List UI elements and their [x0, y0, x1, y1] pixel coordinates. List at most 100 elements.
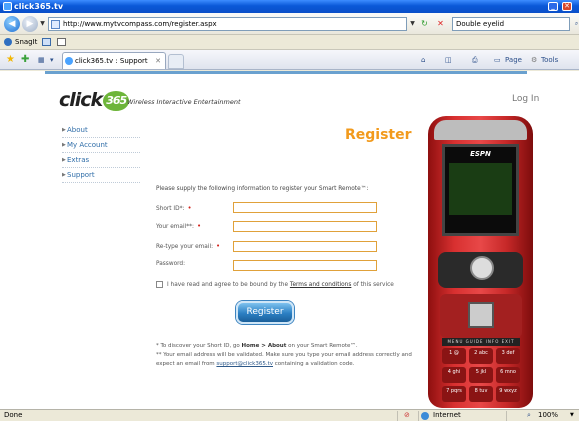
- search-icon[interactable]: ⌕: [572, 18, 579, 30]
- confirm-email-input[interactable]: [233, 241, 377, 252]
- dpad-center: [468, 302, 494, 328]
- arrow-icon: ▶: [62, 172, 66, 178]
- header-bar: [45, 71, 527, 74]
- favorites-star-icon[interactable]: ★: [6, 55, 15, 65]
- security-icon: ⊘: [404, 411, 410, 419]
- menu-item-support[interactable]: ▶ Support: [62, 168, 140, 183]
- status-bar: Done ⊘ Internet ⌕ 100% ▼: [0, 409, 579, 421]
- remote-screen: ESPN: [442, 144, 519, 236]
- stop-icon[interactable]: ✕: [436, 18, 445, 30]
- menu-item-extras[interactable]: ▶ Extras: [62, 153, 140, 168]
- arrow-icon: ▶: [62, 157, 66, 163]
- terms-link[interactable]: Terms and conditions: [290, 282, 351, 288]
- confirm-email-label: Re-type your email: •: [156, 242, 221, 250]
- print-icon[interactable]: ⎙: [472, 55, 478, 65]
- page-icon: [51, 20, 60, 29]
- screen-image: [449, 163, 512, 215]
- email-note: ** Your email address will be validated.…: [156, 352, 412, 358]
- snagit-toolbar: SnagIt: [0, 35, 579, 50]
- remote-function-row: MENU GUIDE INFO EXIT: [442, 338, 520, 346]
- status-divider: [506, 411, 507, 421]
- remote-key: 5 jkl: [469, 367, 493, 383]
- remote-dpad: [440, 294, 522, 338]
- page-title: Register: [345, 127, 412, 143]
- short-id-input[interactable]: [233, 202, 377, 213]
- validation-note: expect an email from support@click365.tv…: [156, 361, 355, 367]
- snagit-icon: [4, 38, 12, 46]
- address-toolbar: ◀ ▶ ▼ http://www.mytvcompass.com/registe…: [0, 13, 579, 35]
- scroll-ring: [470, 256, 494, 280]
- page-menu-icon[interactable]: ▭: [494, 55, 501, 65]
- required-marker: •: [216, 242, 221, 250]
- title-bar: click365.tv _ ✕: [0, 0, 579, 13]
- espn-logo: ESPN: [470, 150, 491, 158]
- support-email-link[interactable]: support@click365.tv: [216, 361, 273, 367]
- site-logo[interactable]: click 365: [59, 89, 130, 111]
- arrow-icon: ▶: [62, 142, 66, 148]
- new-tab-button[interactable]: [168, 54, 184, 69]
- remote-key: 9 wxyz: [496, 386, 520, 402]
- minimize-button[interactable]: _: [548, 2, 558, 11]
- feeds-icon[interactable]: ◫: [445, 55, 452, 65]
- status-divider: [397, 411, 398, 421]
- short-id-note: * To discover your Short ID, go Home > A…: [156, 343, 358, 349]
- search-input[interactable]: Double eyelid: [452, 17, 570, 31]
- arrow-icon: ▶: [62, 127, 66, 133]
- tools-gear-icon[interactable]: ⚙: [531, 55, 537, 65]
- refresh-icon[interactable]: ↻: [420, 18, 429, 30]
- remote-key: 8 tuv: [469, 386, 493, 402]
- address-dropdown-icon[interactable]: ▼: [408, 18, 417, 30]
- remote-key: 2 abc: [469, 348, 493, 364]
- password-label: Password:: [156, 261, 186, 267]
- status-text: Done: [4, 411, 23, 419]
- capture-icon[interactable]: [42, 38, 51, 46]
- terms-checkbox[interactable]: [156, 281, 163, 288]
- required-marker: •: [187, 204, 192, 212]
- ie-icon: [3, 2, 12, 11]
- email-input[interactable]: [233, 221, 377, 232]
- back-button[interactable]: ◀: [4, 16, 20, 32]
- remote-keypad: 1 @ 2 abc 3 def 4 ghi 5 jkl 6 mno 7 pqrs…: [442, 348, 520, 402]
- close-button[interactable]: ✕: [562, 2, 572, 11]
- quick-tabs-icon[interactable]: ▦: [38, 55, 45, 65]
- zone-label: Internet: [433, 411, 461, 419]
- menu-item-my-account[interactable]: ▶ My Account: [62, 138, 140, 153]
- tab-page-icon: [65, 57, 73, 65]
- zoom-icon[interactable]: ⌕: [527, 410, 531, 421]
- tab-bar: ★ ✚ ▦ ▾ click365.tv : Support ✕ ⌂ ◫ ⎙ ▭ …: [0, 50, 579, 70]
- tab-active[interactable]: click365.tv : Support ✕: [62, 52, 166, 69]
- remote-key: 1 @: [442, 348, 466, 364]
- close-tab-icon[interactable]: ✕: [155, 53, 161, 69]
- home-icon[interactable]: ⌂: [421, 55, 425, 65]
- form-intro: Please supply the following information …: [156, 186, 369, 192]
- tab-list-dropdown-icon[interactable]: ▾: [50, 55, 54, 65]
- login-link[interactable]: Log In: [512, 94, 539, 104]
- forward-button[interactable]: ▶: [22, 16, 38, 32]
- page-menu-button[interactable]: Page: [505, 55, 522, 65]
- zoom-dropdown-icon[interactable]: ▼: [570, 410, 574, 421]
- remote-key: 3 def: [496, 348, 520, 364]
- snagit-button[interactable]: SnagIt: [15, 35, 37, 50]
- required-marker: •: [196, 222, 202, 230]
- menu-item-about[interactable]: ▶ About: [62, 123, 140, 138]
- remote-key: 4 ghi: [442, 367, 466, 383]
- smart-remote-image: ESPN MENU GUIDE INFO EXIT 1 @ 2 abc 3 de…: [428, 116, 533, 408]
- zoom-level[interactable]: 100%: [538, 410, 558, 421]
- address-input[interactable]: http://www.mytvcompass.com/register.aspx: [48, 17, 407, 31]
- side-menu: ▶ About ▶ My Account ▶ Extras ▶ Support: [62, 123, 140, 183]
- remote-nav-area: [438, 252, 523, 288]
- status-divider: [418, 411, 419, 421]
- remote-top-buttons: [434, 120, 527, 140]
- register-button[interactable]: Register: [236, 301, 294, 324]
- password-input[interactable]: [233, 260, 377, 271]
- email-label: Your email**: •: [156, 222, 202, 230]
- window-title: click365.tv: [14, 2, 64, 11]
- edit-icon[interactable]: [57, 38, 66, 46]
- short-id-label: Short ID*: •: [156, 204, 192, 212]
- remote-key: 7 pqrs: [442, 386, 466, 402]
- add-favorite-icon[interactable]: ✚: [21, 55, 29, 65]
- history-dropdown-icon[interactable]: ▼: [38, 18, 47, 30]
- page-content: click 365 Wireless Interactive Entertainm…: [0, 71, 579, 409]
- terms-agreement: I have read and agree to be bound by the…: [156, 281, 394, 288]
- tools-menu-button[interactable]: Tools: [541, 55, 558, 65]
